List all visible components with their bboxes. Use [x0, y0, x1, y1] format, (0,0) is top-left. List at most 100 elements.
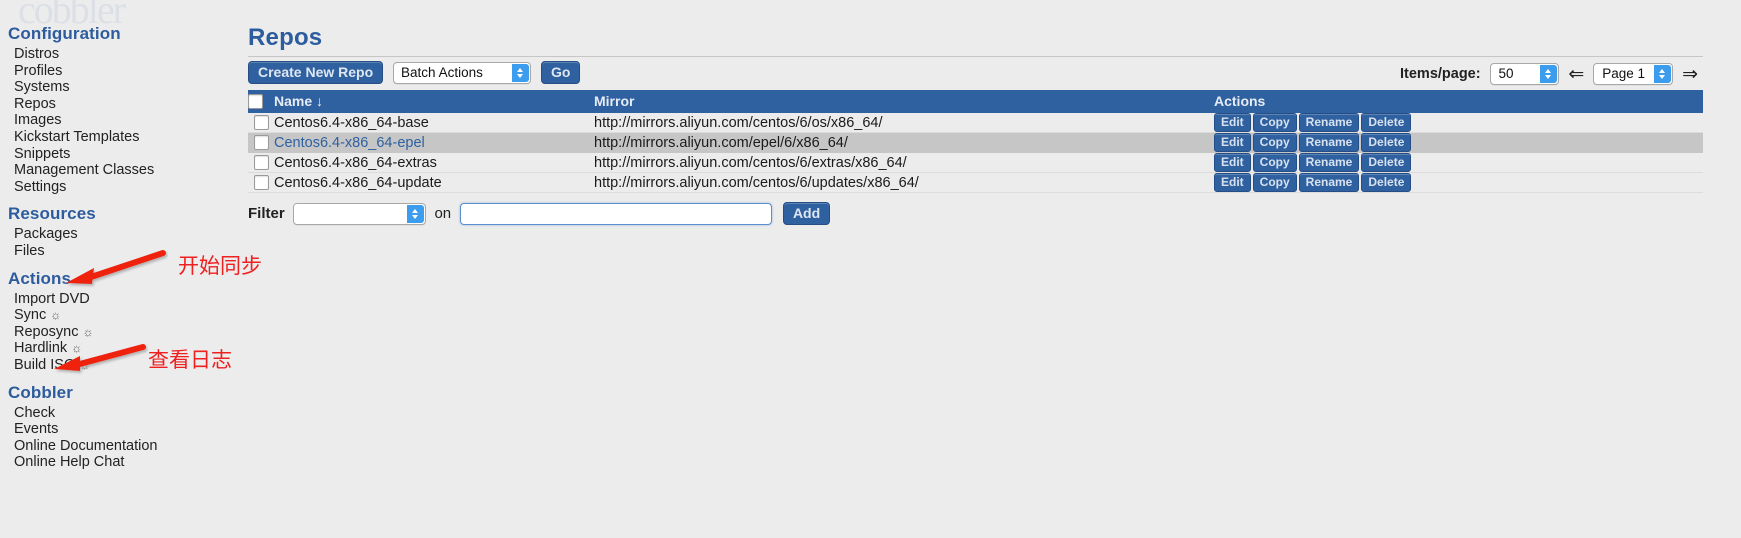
- gear-icon[interactable]: ☼: [79, 358, 90, 372]
- annotation-text: 查看日志: [148, 348, 232, 372]
- prev-page-icon[interactable]: ⇐: [1568, 65, 1584, 84]
- sidebar-item-images[interactable]: Images: [14, 112, 238, 129]
- sidebar-item-check[interactable]: Check: [14, 405, 238, 422]
- row-select-cell: [248, 152, 274, 173]
- sidebar-item-label: Distros: [14, 46, 60, 62]
- sidebar-item-online-help-chat[interactable]: Online Help Chat: [14, 454, 238, 471]
- table-header: Name ↓ Mirror Actions: [248, 90, 1703, 113]
- repo-mirror-cell: http://mirrors.aliyun.com/epel/6/x86_64/: [594, 132, 1214, 153]
- copy-button[interactable]: Copy: [1252, 173, 1297, 192]
- sidebar-item-label: Events: [14, 421, 59, 438]
- repo-name-link[interactable]: Centos6.4-x86_64-base: [274, 115, 429, 131]
- repos-table: Name ↓ Mirror Actions Centos6.4-x86_64-b…: [248, 90, 1703, 193]
- repo-name-link[interactable]: Centos6.4-x86_64-epel: [274, 135, 425, 151]
- sidebar-item-distros[interactable]: Distros: [14, 46, 238, 63]
- copy-button[interactable]: Copy: [1252, 153, 1297, 172]
- copy-button[interactable]: Copy: [1252, 113, 1297, 132]
- sidebar-section-cobbler: Cobbler: [8, 382, 73, 402]
- edit-button[interactable]: Edit: [1214, 113, 1251, 132]
- repo-name-cell: Centos6.4-x86_64-update: [274, 172, 594, 193]
- sidebar-item-label: Reposync: [14, 323, 79, 340]
- edit-button[interactable]: Edit: [1214, 173, 1251, 192]
- row-checkbox[interactable]: [253, 115, 269, 131]
- sidebar-item-label: Settings: [14, 178, 67, 195]
- gear-icon[interactable]: ☼: [83, 325, 94, 339]
- sidebar-item-sync[interactable]: Sync ☼: [14, 307, 238, 324]
- chevron-updown-icon: [1654, 65, 1672, 83]
- batch-actions-select[interactable]: Batch Actions: [393, 61, 532, 84]
- batch-actions-value: Batch Actions: [401, 64, 483, 80]
- sidebar-item-kickstart-templates[interactable]: Kickstart Templates: [14, 129, 238, 146]
- go-button[interactable]: Go: [540, 61, 581, 84]
- edit-button[interactable]: Edit: [1214, 153, 1251, 172]
- filter-row: Filter on Add: [248, 202, 1741, 225]
- main-content: Repos Create New Repo Batch Actions Go I…: [248, 24, 1741, 225]
- sidebar-item-settings[interactable]: Settings: [14, 179, 238, 196]
- table-row[interactable]: Centos6.4-x86_64-extras http://mirrors.al…: [248, 152, 1703, 173]
- select-all-checkbox[interactable]: [248, 94, 263, 110]
- filter-add-button[interactable]: Add: [782, 202, 831, 225]
- sidebar-item-label: Snippets: [14, 145, 71, 162]
- row-select-cell: [248, 113, 274, 133]
- row-checkbox[interactable]: [253, 175, 269, 191]
- table-header-row: Name ↓ Mirror Actions: [248, 90, 1703, 113]
- sidebar-item-reposync[interactable]: Reposync ☼: [14, 324, 238, 341]
- sidebar-item-profiles[interactable]: Profiles: [14, 63, 238, 80]
- create-new-repo-button[interactable]: Create New Repo: [248, 61, 384, 84]
- rename-button[interactable]: Rename: [1298, 173, 1360, 192]
- next-page-icon[interactable]: ⇒: [1682, 65, 1698, 84]
- table-row[interactable]: Centos6.4-x86_64-epel http://mirrors.aliy…: [248, 132, 1703, 153]
- column-header-actions: Actions: [1214, 90, 1703, 113]
- table-row[interactable]: Centos6.4-x86_64-update http://mirrors.al…: [248, 172, 1703, 193]
- repo-actions-cell: Edit Copy Rename Delete: [1214, 172, 1703, 193]
- delete-button[interactable]: Delete: [1361, 173, 1412, 192]
- page-select[interactable]: Page 1: [1593, 63, 1674, 85]
- repo-name-link[interactable]: Centos6.4-x86_64-extras: [274, 155, 437, 171]
- filter-text-input[interactable]: [460, 202, 773, 225]
- sidebar-item-label: Repos: [14, 95, 56, 112]
- edit-button[interactable]: Edit: [1214, 133, 1251, 152]
- sidebar-item-import-dvd[interactable]: Import DVD: [14, 291, 238, 308]
- delete-button[interactable]: Delete: [1361, 113, 1412, 132]
- table-body: Centos6.4-x86_64-base http://mirrors.aliy…: [248, 113, 1703, 193]
- sidebar-item-online-documentation[interactable]: Online Documentation: [14, 438, 238, 455]
- chevron-updown-icon: [512, 63, 530, 82]
- chevron-updown-icon: [1540, 65, 1558, 83]
- filter-field-select[interactable]: [292, 202, 426, 225]
- items-per-page-select[interactable]: 50: [1490, 63, 1560, 85]
- repo-name-cell: Centos6.4-x86_64-base: [274, 113, 594, 133]
- sidebar-item-systems[interactable]: Systems: [14, 79, 238, 96]
- sidebar-item-snippets[interactable]: Snippets: [14, 146, 238, 163]
- sidebar-item-events[interactable]: Events: [14, 421, 238, 438]
- sidebar-section-resources: Resources: [8, 204, 96, 224]
- gear-icon[interactable]: ☼: [71, 341, 82, 355]
- sidebar-item-packages[interactable]: Packages: [14, 226, 238, 243]
- rename-button[interactable]: Rename: [1298, 133, 1360, 152]
- filter-on-label: on: [434, 205, 452, 222]
- select-all-header: [248, 90, 274, 113]
- delete-button[interactable]: Delete: [1361, 133, 1412, 152]
- repo-name-cell: Centos6.4-x86_64-extras: [274, 152, 594, 173]
- repo-name-link[interactable]: Centos6.4-x86_64-update: [274, 175, 442, 191]
- sidebar-item-label: Online Documentation: [14, 437, 158, 454]
- table-row[interactable]: Centos6.4-x86_64-base http://mirrors.aliy…: [248, 113, 1703, 133]
- rename-button[interactable]: Rename: [1298, 113, 1360, 132]
- copy-button[interactable]: Copy: [1252, 133, 1297, 152]
- chevron-updown-icon: [406, 204, 424, 223]
- page-title: Repos: [248, 24, 323, 51]
- sidebar: Configuration Distros Profiles Systems Repos…: [0, 24, 238, 471]
- row-checkbox[interactable]: [253, 135, 269, 151]
- row-checkbox[interactable]: [253, 155, 269, 171]
- rename-button[interactable]: Rename: [1298, 153, 1360, 172]
- sidebar-item-label: Build ISO: [14, 356, 76, 373]
- delete-button[interactable]: Delete: [1361, 153, 1412, 172]
- sidebar-item-label: Kickstart Templates: [14, 128, 140, 145]
- pagination-controls: Items/page: 50 ⇐ Page 1 ⇒: [1400, 63, 1703, 85]
- sidebar-item-management-classes[interactable]: Management Classes: [14, 162, 238, 179]
- column-header-mirror[interactable]: Mirror: [594, 90, 1214, 113]
- row-select-cell: [248, 172, 274, 193]
- sidebar-item-repos[interactable]: Repos: [14, 96, 238, 113]
- sidebar-item-label: Images: [14, 112, 62, 129]
- gear-icon[interactable]: ☼: [50, 308, 61, 322]
- column-header-name[interactable]: Name ↓: [274, 90, 594, 113]
